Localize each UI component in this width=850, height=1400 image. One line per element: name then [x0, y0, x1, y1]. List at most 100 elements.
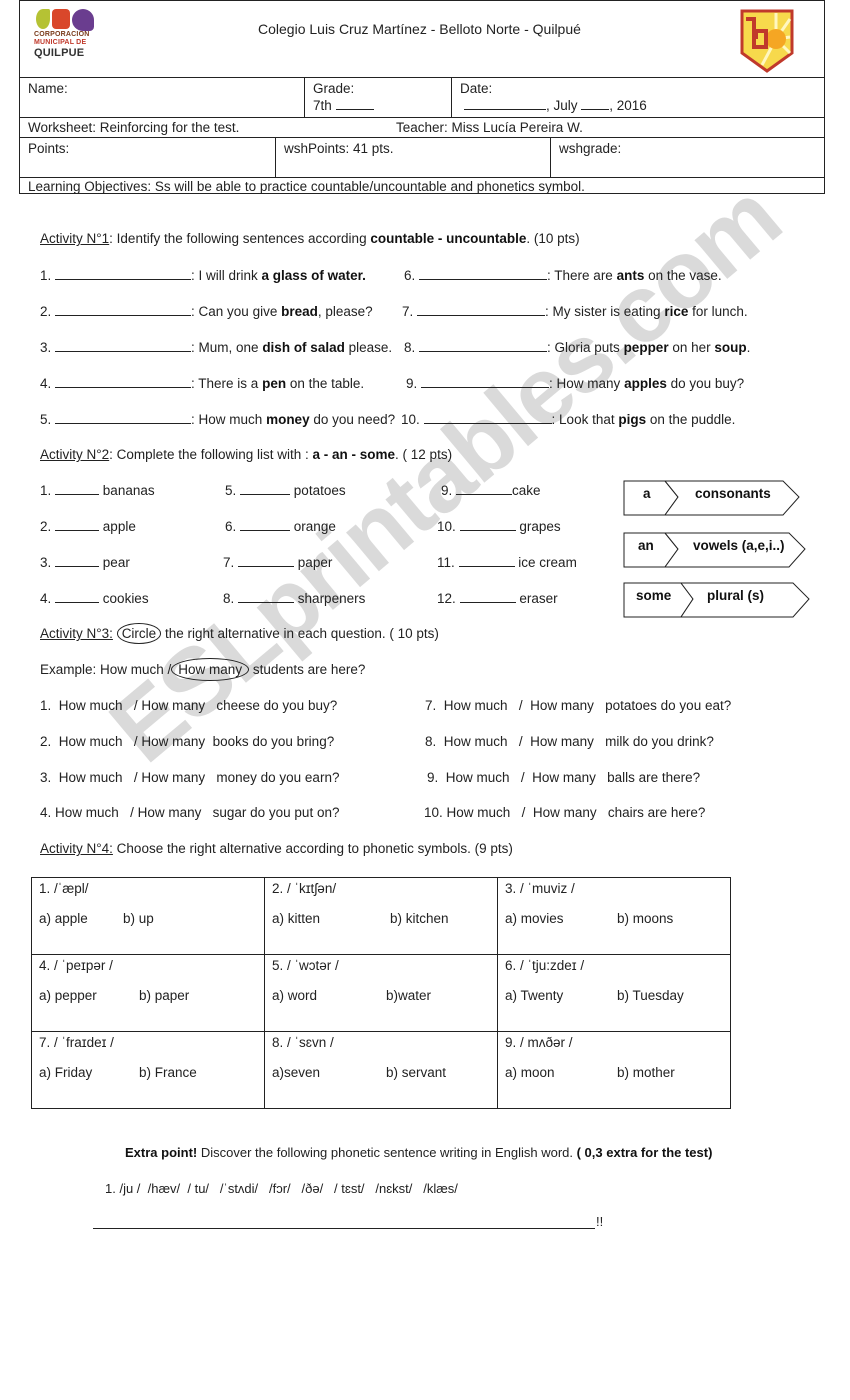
option-how-much[interactable]: How much: [444, 698, 508, 713]
header-row-objectives: Learning Objectives: Ss will be able to …: [20, 177, 824, 194]
grade-field[interactable]: Grade: 7th: [304, 78, 451, 117]
answer-blank[interactable]: [421, 375, 550, 388]
example-circled-answer: How many: [171, 658, 250, 681]
article-blank[interactable]: [456, 482, 513, 495]
name-field[interactable]: Name:: [20, 78, 304, 117]
option-b[interactable]: b)water: [386, 988, 431, 1003]
activity1-item: 4. : There is a pen on the table.: [40, 375, 365, 391]
option-how-much[interactable]: How much: [446, 770, 510, 785]
option-how-many[interactable]: How many: [141, 770, 205, 785]
points-field[interactable]: Points:: [20, 138, 275, 177]
article-blank[interactable]: [55, 590, 100, 603]
option-b[interactable]: b) mother: [617, 1065, 675, 1080]
logo-line-1: CORPORACION: [34, 31, 90, 38]
phonetic-symbol: 2. / ˈkɪtʃən/: [272, 881, 337, 896]
grade-value: 7th: [313, 98, 332, 113]
phonetic-sentence: 1. /ju / /hæv/ / tu/ /ˈstʌdi/ /fɔr/ /ðə/…: [105, 1181, 458, 1196]
option-how-many[interactable]: How many: [141, 698, 205, 713]
option-a[interactable]: a) Friday: [39, 1065, 139, 1080]
activity3-item: 3. How much / How many money do you earn…: [40, 770, 340, 785]
article-blank[interactable]: [55, 554, 100, 567]
answer-blank[interactable]: [55, 303, 192, 316]
option-how-much[interactable]: How much: [59, 770, 123, 785]
activity2-item: 6. orange: [225, 518, 336, 534]
option-how-many[interactable]: How many: [138, 805, 202, 820]
logo-shapes-icon: [36, 9, 104, 31]
answer-blank[interactable]: [55, 411, 192, 424]
activity2-item: 8. sharpeners: [223, 590, 366, 606]
extra-answer-line[interactable]: [93, 1228, 595, 1229]
header-row-worksheet: Worksheet: Reinforcing for the test. Tea…: [20, 117, 824, 137]
extra-point-instruction: Discover the following phonetic sentence…: [197, 1145, 577, 1160]
option-how-many[interactable]: How many: [533, 805, 597, 820]
option-how-many[interactable]: How many: [141, 734, 205, 749]
option-b[interactable]: b) moons: [617, 911, 673, 926]
header-row-points: Points: wshPoints: 41 pts. wshgrade:: [20, 137, 824, 177]
article-blank[interactable]: [459, 590, 516, 603]
phonetics-table: 1. /ˈæpl/ a) apple b) up 2. / ˈkɪtʃən/ a)…: [31, 877, 731, 1109]
article-blank[interactable]: [238, 590, 295, 603]
wsh-points: wshPoints: 41 pts.: [275, 138, 550, 177]
option-how-many[interactable]: How many: [532, 770, 596, 785]
option-a[interactable]: a)seven: [272, 1065, 386, 1080]
option-a[interactable]: a) movies: [505, 911, 617, 926]
option-a[interactable]: a) moon: [505, 1065, 617, 1080]
answer-blank[interactable]: [417, 303, 546, 316]
activity1-item: 8. : Gloria puts pepper on her soup.: [404, 339, 751, 355]
article-blank[interactable]: [55, 518, 100, 531]
option-how-many[interactable]: How many: [530, 734, 594, 749]
answer-blank[interactable]: [55, 375, 192, 388]
option-b[interactable]: b) up: [123, 911, 154, 926]
activity2-title: Activity N°2: [40, 447, 110, 462]
option-b[interactable]: b) France: [139, 1065, 197, 1080]
option-b[interactable]: b) servant: [386, 1065, 446, 1080]
phonetic-symbol: 1. /ˈæpl/: [39, 881, 89, 896]
answer-blank[interactable]: [419, 267, 548, 280]
watermark: ESLprintables.com: [90, 163, 800, 783]
activity3-item: 8. How much / How many milk do you drink…: [425, 734, 714, 749]
answer-blank[interactable]: [55, 267, 192, 280]
option-how-much[interactable]: How much: [59, 698, 123, 713]
date-blank[interactable]: [581, 97, 610, 110]
grade-blank[interactable]: [335, 97, 374, 110]
article-blank[interactable]: [55, 482, 100, 495]
option-how-much[interactable]: How much: [447, 805, 511, 820]
option-a[interactable]: a) apple: [39, 911, 123, 926]
activity1-heading: Activity N°1: Identify the following sen…: [40, 231, 580, 246]
activity3-item: 2. How much / How many books do you brin…: [40, 734, 335, 749]
option-how-much[interactable]: How much: [55, 805, 119, 820]
option-how-many[interactable]: How many: [530, 698, 594, 713]
article-blank[interactable]: [240, 482, 291, 495]
option-how-much[interactable]: How much: [59, 734, 123, 749]
option-how-much[interactable]: How much: [444, 734, 508, 749]
wsh-grade-label: wshgrade:: [559, 141, 622, 156]
option-a[interactable]: a) kitten: [272, 911, 390, 926]
option-a[interactable]: a) Twenty: [505, 988, 617, 1003]
option-b[interactable]: b) kitchen: [390, 911, 449, 926]
activity3-example: Example: How much / How many students are…: [40, 658, 365, 681]
article-blank[interactable]: [459, 518, 516, 531]
option-a[interactable]: a) pepper: [39, 988, 139, 1003]
activity3-item: 10. How much / How many chairs are here?: [424, 805, 706, 820]
activity1-item: 7. : My sister is eating rice for lunch.: [402, 303, 748, 319]
activity4-instruction: Choose the right alternative according t…: [112, 841, 513, 856]
activity4-title: Activity N°4:: [40, 841, 113, 856]
article-blank[interactable]: [458, 554, 515, 567]
rule-a: a consonants: [623, 480, 803, 516]
answer-blank[interactable]: [423, 411, 552, 424]
option-b[interactable]: b) paper: [139, 988, 189, 1003]
article-blank[interactable]: [238, 554, 295, 567]
wsh-grade-field[interactable]: wshgrade:: [550, 138, 824, 177]
answer-blank[interactable]: [55, 339, 192, 352]
rule-use: vowels (a,e,i..): [693, 538, 785, 553]
article-blank[interactable]: [240, 518, 291, 531]
teacher-name: Teacher: Miss Lucía Pereira W.: [396, 120, 583, 135]
option-a[interactable]: a) word: [272, 988, 386, 1003]
answer-blank[interactable]: [419, 339, 548, 352]
date-field[interactable]: Date: , July , 2016: [451, 78, 824, 117]
phonetic-symbol: 8. / ˈsɛvn /: [272, 1035, 334, 1050]
date-year: , 2016: [609, 98, 647, 113]
date-day-blank[interactable]: [464, 97, 546, 110]
activity3-instruction: the right alternative in each question. …: [161, 626, 439, 641]
option-b[interactable]: b) Tuesday: [617, 988, 684, 1003]
